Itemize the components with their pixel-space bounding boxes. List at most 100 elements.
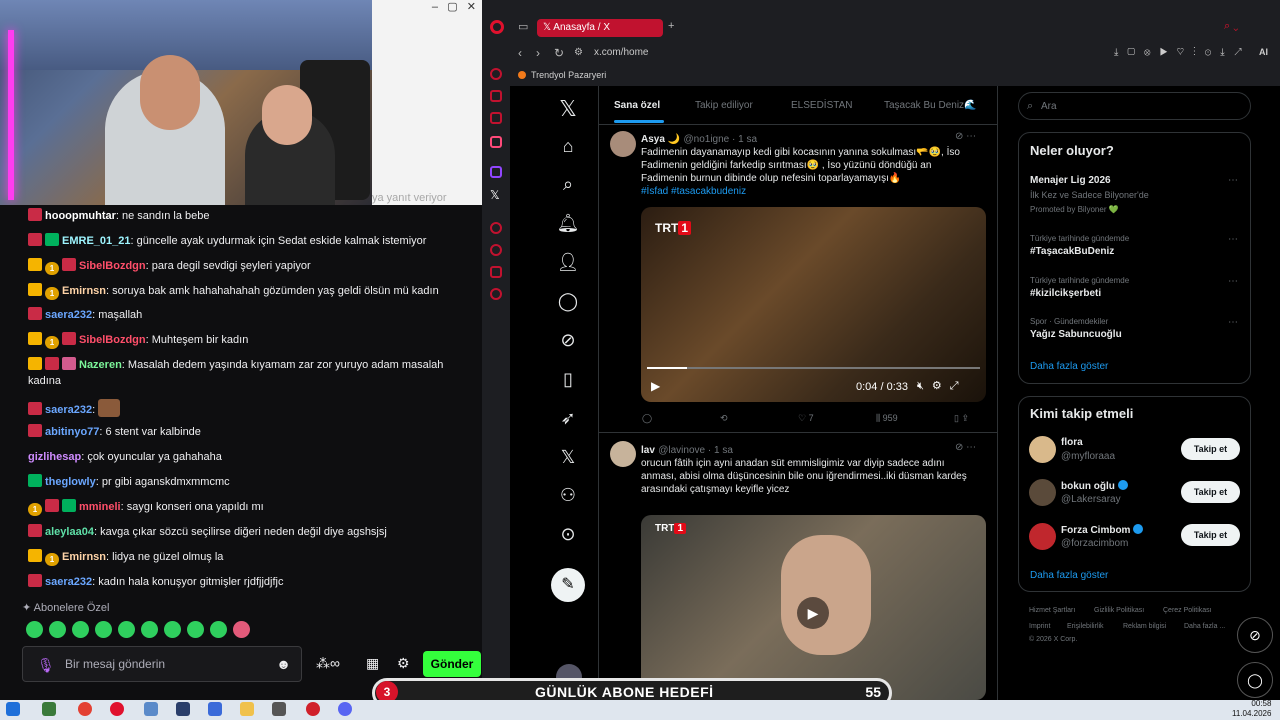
follow-button[interactable]: Takip et bbox=[1181, 481, 1240, 503]
crown-badge-icon[interactable] bbox=[28, 258, 42, 271]
chat-username[interactable]: saera232 bbox=[45, 404, 92, 416]
green-badge-icon[interactable] bbox=[62, 499, 76, 512]
taskbar-app-icon[interactable] bbox=[272, 702, 286, 716]
trend-title[interactable]: Yağız Sabuncuoğlu bbox=[1030, 329, 1122, 340]
red-badge-icon[interactable] bbox=[28, 574, 42, 587]
crown-badge-icon[interactable] bbox=[28, 549, 42, 562]
green-badge-icon[interactable] bbox=[45, 233, 59, 246]
pin-icon[interactable] bbox=[490, 112, 502, 124]
tweet-hashtags[interactable]: #İsfad #tasacakbudeniz bbox=[641, 185, 971, 198]
taskbar-app-icon[interactable] bbox=[144, 702, 158, 716]
chat-username[interactable]: theglowly bbox=[45, 476, 96, 488]
play-icon[interactable]: ▶ bbox=[651, 379, 660, 393]
opera-icon[interactable] bbox=[110, 702, 124, 716]
calculator-icon[interactable] bbox=[208, 702, 222, 716]
play-icon[interactable]: ▶ bbox=[797, 597, 829, 629]
views-count[interactable]: ⫼ 959 bbox=[876, 413, 898, 424]
one-badge-icon[interactable]: 1 bbox=[45, 336, 59, 349]
search-input[interactable]: ⌕ Ara bbox=[1018, 92, 1251, 120]
footer-link[interactable]: Gizlilik Politikası bbox=[1094, 607, 1144, 614]
emote[interactable] bbox=[187, 621, 204, 638]
chat-username[interactable]: Emirnsn bbox=[62, 551, 106, 563]
emote[interactable] bbox=[141, 621, 158, 638]
author-handle[interactable]: @no1igne · 1 sa bbox=[683, 134, 757, 145]
gear-icon[interactable] bbox=[490, 288, 502, 300]
red-badge-icon[interactable] bbox=[28, 208, 42, 221]
emote[interactable] bbox=[164, 621, 181, 638]
red-badge-icon[interactable] bbox=[28, 307, 42, 320]
start-icon[interactable] bbox=[6, 702, 20, 716]
author-name[interactable]: lav bbox=[641, 445, 655, 456]
tweet-menu-icons[interactable]: ⊘ ⋯ bbox=[955, 131, 976, 142]
wallet-icon[interactable] bbox=[490, 90, 502, 102]
chat-username[interactable]: abitinyo77 bbox=[45, 426, 99, 438]
follow-name[interactable]: bokun oğlu bbox=[1061, 480, 1128, 492]
search-icon[interactable]: ⌕ bbox=[556, 174, 580, 195]
grok-float-icon[interactable]: ⊘ bbox=[1237, 617, 1273, 653]
twitch-icon[interactable] bbox=[490, 166, 502, 178]
home-icon[interactable]: ⌂ bbox=[556, 136, 580, 157]
emoji-icon[interactable]: ☻ bbox=[276, 656, 291, 672]
more-icon[interactable]: ⋯ bbox=[1228, 234, 1238, 245]
search-tabs-icon[interactable]: ⌕ ⌄ bbox=[1224, 20, 1238, 33]
chrome-icon[interactable] bbox=[78, 702, 92, 716]
red-badge-icon[interactable] bbox=[28, 424, 42, 437]
more-icon[interactable]: ⋯ bbox=[1228, 276, 1238, 287]
footer-link[interactable]: Imprint bbox=[1029, 623, 1050, 630]
tab-menu-icon[interactable]: ▭ bbox=[518, 20, 528, 33]
one-badge-icon[interactable]: 1 bbox=[45, 287, 59, 300]
green-badge-icon[interactable] bbox=[28, 474, 42, 487]
chat-username[interactable]: saera232 bbox=[45, 309, 92, 321]
reload-icon[interactable]: ↻ bbox=[554, 46, 564, 60]
tab-following[interactable]: Takip ediliyor bbox=[695, 100, 753, 111]
steam-icon[interactable] bbox=[176, 702, 190, 716]
avatar[interactable] bbox=[1029, 523, 1056, 550]
trend-title[interactable]: Menajer Lig 2026 bbox=[1030, 175, 1111, 186]
chat-username[interactable]: Emirnsn bbox=[62, 285, 106, 297]
red-badge-icon[interactable] bbox=[28, 233, 42, 246]
emote[interactable] bbox=[95, 621, 112, 638]
trend-title[interactable]: #TaşacakBuDeniz bbox=[1030, 246, 1114, 257]
footer-link[interactable]: Reklam bilgisi bbox=[1123, 623, 1166, 630]
post-button[interactable]: ✎ bbox=[551, 568, 585, 602]
profile-icon[interactable]: ⚇ bbox=[556, 485, 580, 506]
avatar[interactable] bbox=[1029, 436, 1056, 463]
browser-tab[interactable]: 𝕏 Anasayfa / X bbox=[537, 19, 663, 37]
avatar[interactable] bbox=[1029, 479, 1056, 506]
new-tab-icon[interactable]: + bbox=[668, 20, 674, 32]
crown-badge-icon[interactable] bbox=[28, 283, 42, 296]
ai-icon[interactable]: AI bbox=[1259, 47, 1268, 57]
one-badge-icon[interactable]: 1 bbox=[45, 553, 59, 566]
tweet-menu-icons[interactable]: ⊘ ⋯ bbox=[955, 442, 976, 453]
red-badge-icon[interactable] bbox=[28, 402, 42, 415]
bookmark-share-icons[interactable]: ▯ ⇪ bbox=[954, 413, 969, 424]
tweet-video[interactable]: TRT 1 ▶ bbox=[641, 515, 986, 700]
tab-for-you[interactable]: Sana özel bbox=[614, 100, 660, 111]
follow-name[interactable]: Forza Cimbom bbox=[1061, 524, 1144, 536]
follow-button[interactable]: Takip et bbox=[1181, 524, 1240, 546]
avatar[interactable] bbox=[610, 131, 636, 157]
x-logo-icon[interactable]: 𝕏 bbox=[556, 96, 580, 122]
infinity-icon[interactable]: ⁂∞ bbox=[316, 655, 340, 672]
more-icon[interactable]: ⋯ bbox=[1228, 317, 1238, 328]
circle-icon[interactable] bbox=[490, 222, 502, 234]
player-icon[interactable] bbox=[490, 136, 502, 148]
settings-icon[interactable]: ⚙ bbox=[397, 655, 410, 672]
red-badge-icon[interactable] bbox=[28, 524, 42, 537]
messages-float-icon[interactable]: ◯ bbox=[1237, 662, 1273, 698]
record-icon[interactable] bbox=[306, 702, 320, 716]
video-progress[interactable] bbox=[647, 367, 980, 369]
chat-username[interactable]: Nazeren bbox=[79, 359, 122, 371]
site-info-icon[interactable]: ⚙ bbox=[574, 47, 583, 58]
follow-button[interactable]: Takip et bbox=[1181, 438, 1240, 460]
send-button[interactable]: Gönder bbox=[423, 651, 481, 677]
history-icon[interactable] bbox=[490, 68, 502, 80]
rocket-icon[interactable]: ➶ bbox=[556, 408, 580, 429]
avatar[interactable] bbox=[610, 441, 636, 467]
grok-icon[interactable]: ⊘ bbox=[556, 330, 580, 351]
clock-icon[interactable] bbox=[490, 244, 502, 256]
chat-username[interactable]: saera232 bbox=[45, 576, 92, 588]
url-field[interactable]: x.com/home bbox=[594, 47, 648, 58]
reply-icon[interactable]: ◯ bbox=[642, 413, 652, 424]
show-more-link[interactable]: Daha fazla göster bbox=[1030, 570, 1108, 581]
